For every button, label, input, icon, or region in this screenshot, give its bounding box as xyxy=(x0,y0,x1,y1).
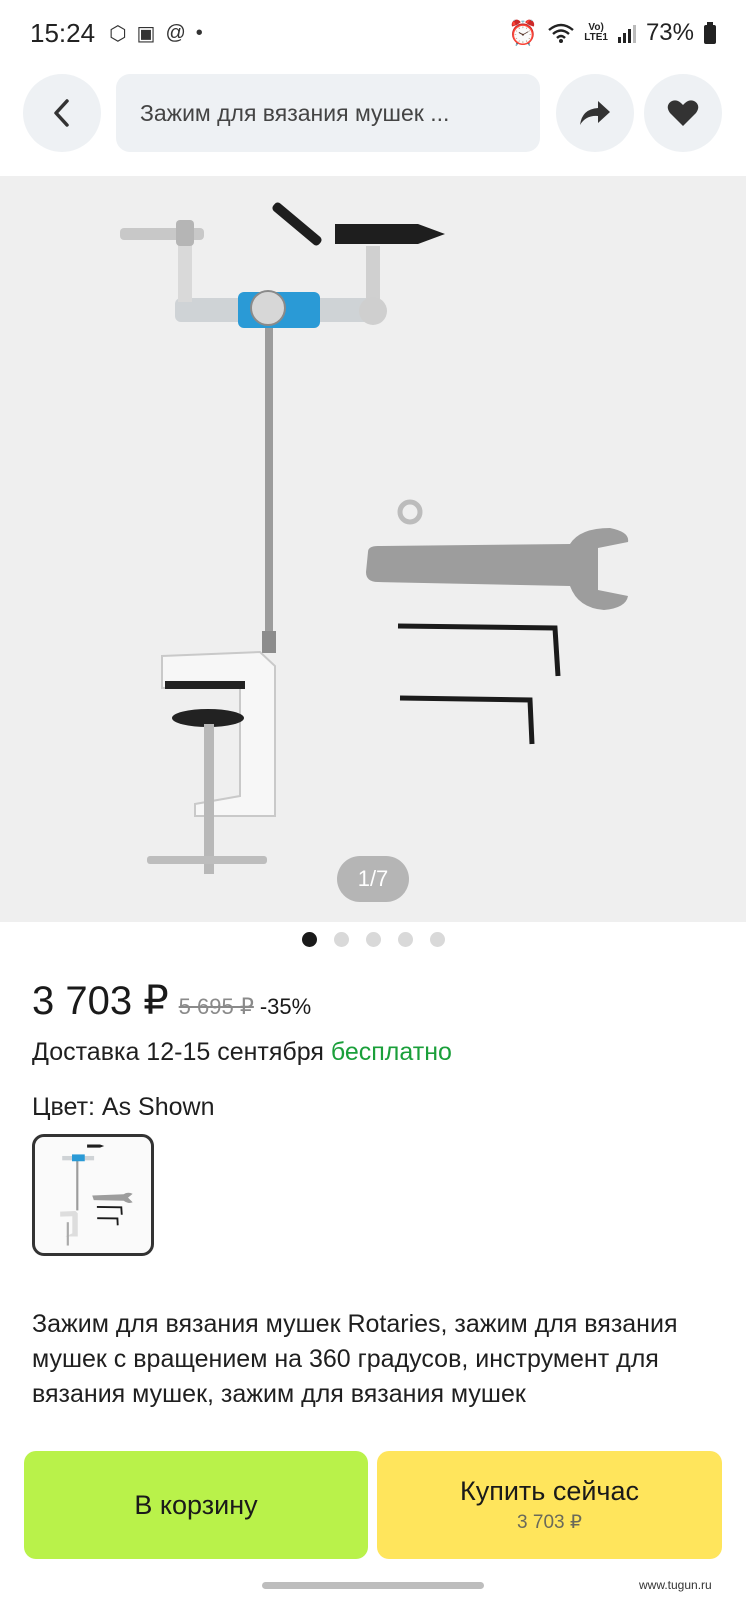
dot-icon: • xyxy=(195,21,203,44)
favorite-button[interactable] xyxy=(644,74,722,152)
battery-icon xyxy=(704,22,716,44)
package-icon: ⬡ xyxy=(109,22,127,45)
delivery-free: бесплатно xyxy=(330,1038,452,1066)
home-indicator[interactable] xyxy=(262,1582,484,1589)
image-counter: 1/7 xyxy=(337,856,409,902)
share-button[interactable] xyxy=(556,74,634,152)
gallery-dot[interactable] xyxy=(398,932,413,947)
heart-icon xyxy=(667,100,699,126)
volte-icon: Vo) LTE1 xyxy=(584,22,608,43)
top-bar: Зажим для вязания мушек ... xyxy=(0,66,746,174)
battery-percent: 73% xyxy=(645,19,694,46)
product-gallery[interactable]: 1/7 xyxy=(0,176,746,922)
old-price: 5 695 ₽ xyxy=(178,994,254,1019)
status-bar: 15:24 ⬡ ▣ @ • ⏰ Vo) LTE1 73% xyxy=(0,0,746,66)
signal-icon xyxy=(617,25,636,43)
color-label: Цвет: As Shown xyxy=(32,1093,215,1121)
back-button[interactable] xyxy=(23,74,101,152)
add-to-cart-label: В корзину xyxy=(134,1489,258,1520)
gallery-dots xyxy=(302,932,445,947)
wifi-icon xyxy=(548,23,575,43)
add-to-cart-button[interactable]: В корзину xyxy=(24,1451,368,1559)
delivery-info: Доставка 12-15 сентября бесплатно xyxy=(32,1038,452,1067)
search-field[interactable]: Зажим для вязания мушек ... xyxy=(116,74,540,152)
notification-icons: ⬡ ▣ @ • xyxy=(109,21,203,46)
gallery-dot[interactable] xyxy=(430,932,445,947)
alarm-icon: ⏰ xyxy=(508,19,539,47)
share-icon xyxy=(580,101,610,125)
buy-now-label: Купить сейчас xyxy=(459,1476,640,1506)
color-option-thumbnail[interactable] xyxy=(32,1134,154,1256)
price-row: 3 703 ₽ 5 695 ₽ -35% xyxy=(32,978,311,1024)
color-option-image xyxy=(60,1144,133,1246)
status-time: 15:24 xyxy=(30,17,96,48)
search-text: Зажим для вязания мушек ... xyxy=(140,99,450,126)
current-price: 3 703 ₽ xyxy=(32,979,169,1023)
discount-badge: -35% xyxy=(259,994,312,1019)
gallery-dot[interactable] xyxy=(366,932,381,947)
buy-now-price: 3 703 ₽ xyxy=(517,1512,582,1533)
product-image xyxy=(120,202,629,874)
status-right: ⏰ Vo) LTE1 73% xyxy=(508,19,716,48)
watermark: www.tugun.ru xyxy=(636,1577,715,1593)
buy-now-button[interactable]: Купить сейчас 3 703 ₽ xyxy=(377,1451,722,1559)
image-icon: ▣ xyxy=(136,22,156,45)
at-icon: @ xyxy=(165,21,186,44)
delivery-dates: Доставка 12-15 сентября xyxy=(32,1038,324,1066)
product-description: Зажим для вязания мушек Rotaries, зажим … xyxy=(32,1310,678,1408)
gallery-dot[interactable] xyxy=(334,932,349,947)
gallery-dot[interactable] xyxy=(302,932,317,947)
chevron-left-icon xyxy=(54,99,69,127)
